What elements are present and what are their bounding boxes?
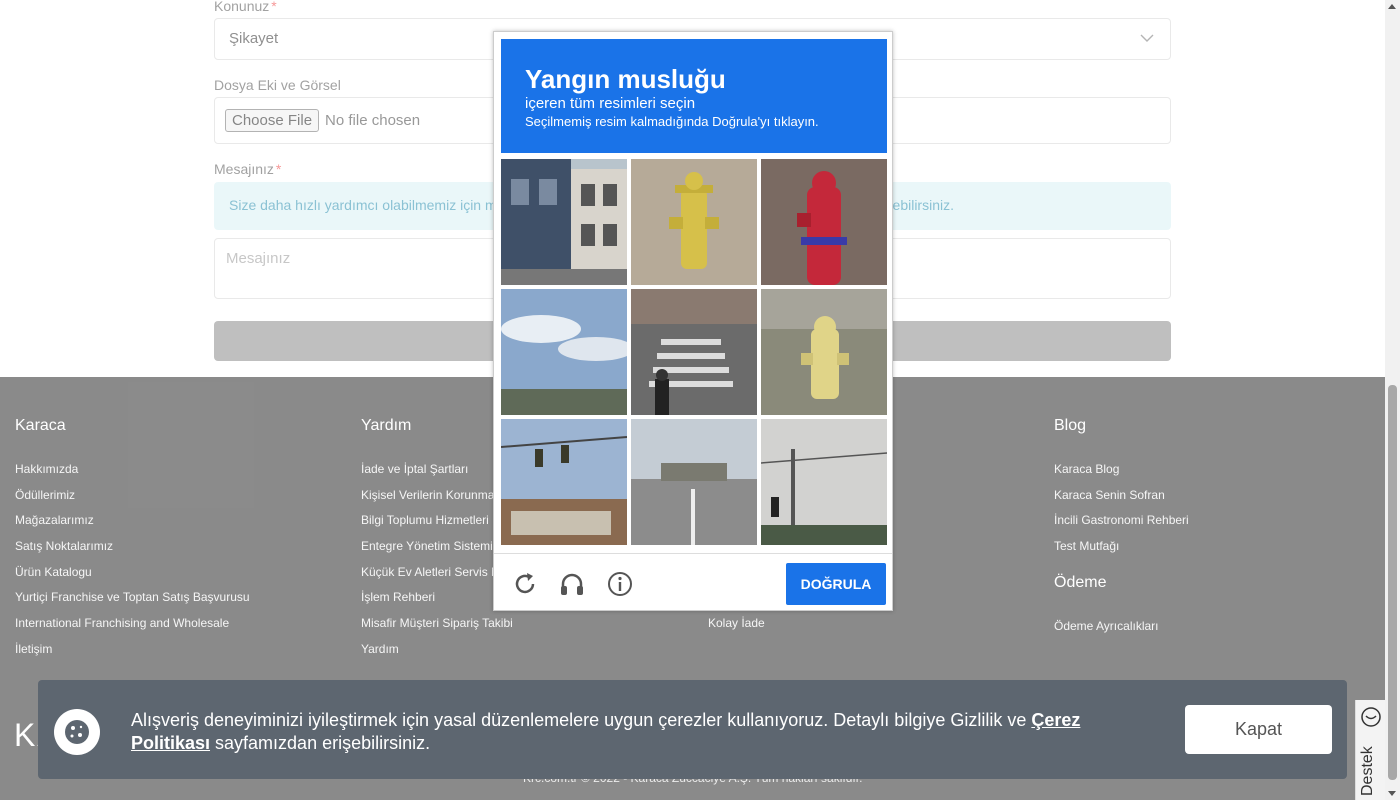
captcha-tile-yellow-hydrant-grass[interactable]: [761, 289, 887, 415]
captcha-tile-utility-pole-sky[interactable]: [761, 419, 887, 545]
captcha-header: Yangın musluğu içeren tüm resimleri seçi…: [501, 39, 887, 153]
captcha-subtitle: içeren tüm resimleri seçin: [525, 95, 696, 112]
recaptcha-challenge: Yangın musluğu içeren tüm resimleri seçi…: [493, 31, 893, 611]
captcha-tile-crosswalk-pedestrian[interactable]: [631, 289, 757, 415]
cookie-banner: Alışveriş deneyiminizi iyileştirmek için…: [38, 680, 1347, 779]
captcha-tile-traffic-lights[interactable]: [501, 419, 627, 545]
close-cookie-button[interactable]: Kapat: [1185, 705, 1332, 754]
cookie-icon: [54, 709, 100, 755]
reload-icon[interactable]: [511, 570, 539, 598]
cookie-message: Alışveriş deneyiminizi iyileştirmek için…: [131, 710, 1081, 753]
captcha-hint: Seçilmemiş resim kalmadığında Doğrula'yı…: [525, 114, 819, 129]
info-icon[interactable]: [606, 570, 634, 598]
captcha-title: Yangın musluğu: [525, 64, 726, 94]
captcha-footer: DOĞRULA: [494, 553, 892, 610]
captcha-grid: [501, 159, 888, 546]
verify-button[interactable]: DOĞRULA: [786, 563, 886, 605]
scrollbar-thumb[interactable]: [1388, 385, 1397, 780]
captcha-tile-sky-horizon[interactable]: [501, 289, 627, 415]
chat-icon: [1361, 707, 1381, 727]
support-label: Destek: [1359, 746, 1376, 796]
captcha-tile-red-hydrant[interactable]: [761, 159, 887, 285]
scroll-up-icon[interactable]: [1388, 4, 1396, 9]
captcha-tile-yellow-hydrant-closeup[interactable]: [631, 159, 757, 285]
captcha-tile-street-building[interactable]: [501, 159, 627, 285]
scroll-down-icon[interactable]: [1388, 791, 1396, 796]
support-tab[interactable]: Destek: [1355, 700, 1385, 800]
audio-icon[interactable]: [558, 570, 586, 598]
captcha-tile-road-traffic-lights[interactable]: [631, 419, 757, 545]
scrollbar[interactable]: [1385, 0, 1400, 800]
